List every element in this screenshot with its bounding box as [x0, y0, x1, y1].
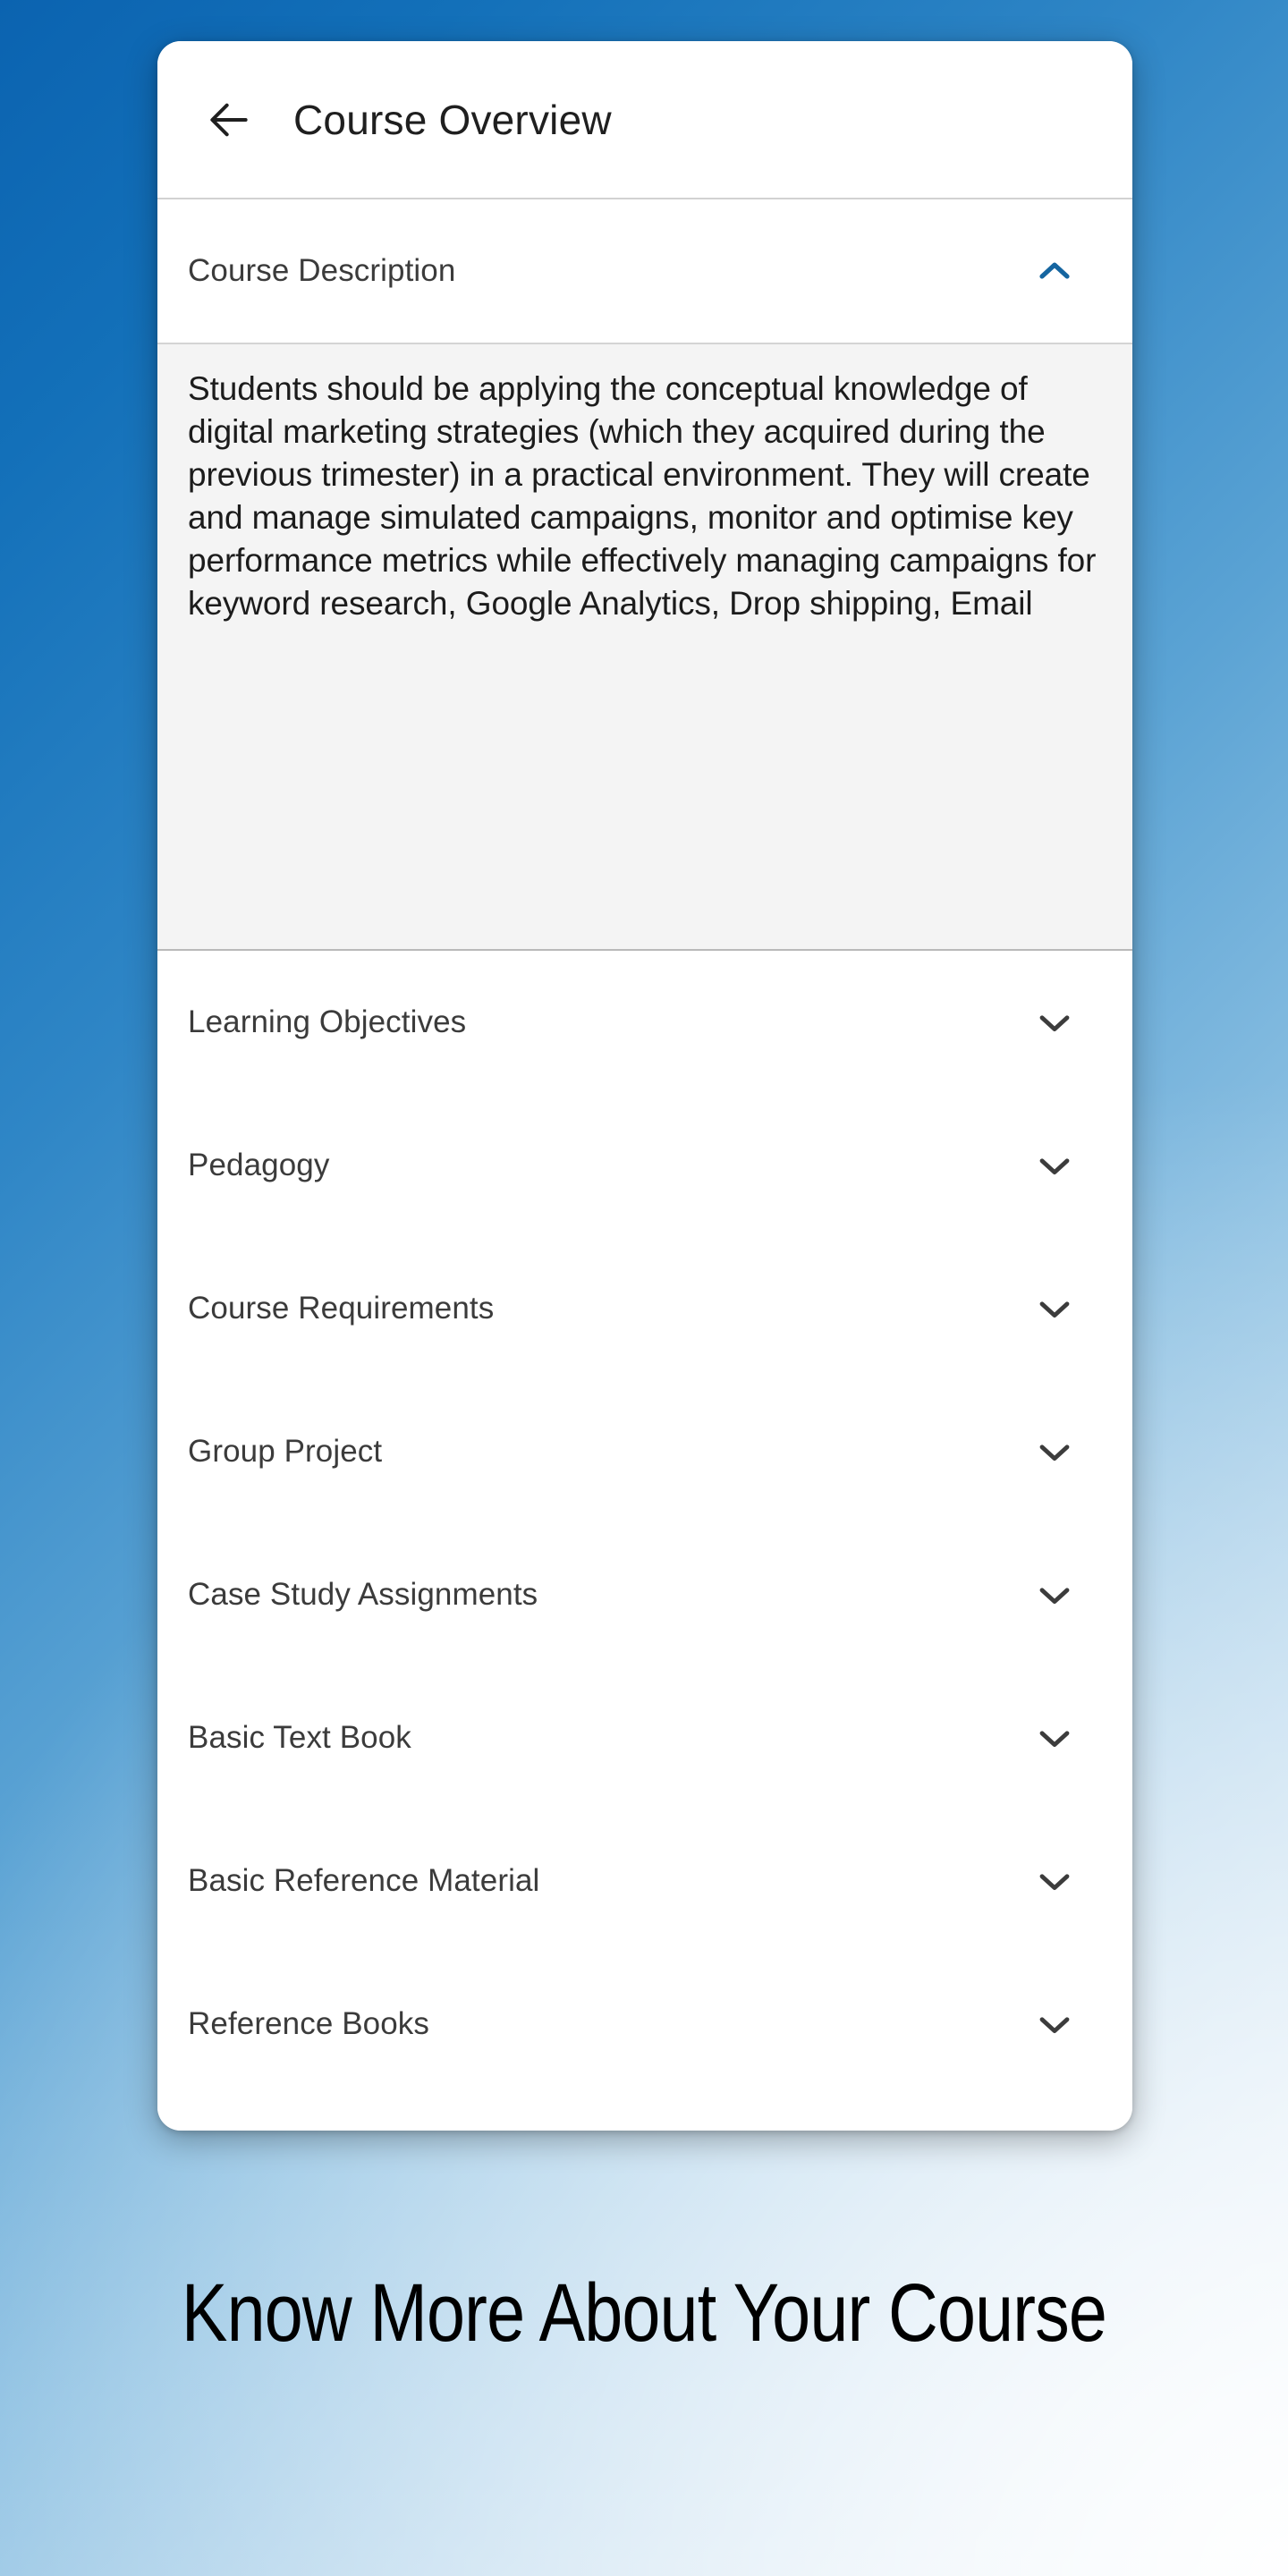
chevron-down-icon[interactable] [1029, 1140, 1080, 1191]
accordion-label: Pedagogy [188, 1148, 330, 1182]
accordion-label: Basic Reference Material [188, 1863, 540, 1898]
accordion-header-basic-text-book[interactable]: Basic Text Book [157, 1666, 1132, 1809]
accordion-header-reference-books[interactable]: Reference Books [157, 1953, 1132, 2096]
accordion-body-course-description: Students should be applying the conceptu… [157, 343, 1132, 951]
accordion-label: Reference Books [188, 2006, 429, 2041]
accordion-header-group-project[interactable]: Group Project [157, 1380, 1132, 1523]
chevron-down-icon[interactable] [1029, 1283, 1080, 1335]
accordion-header-case-study-assignments[interactable]: Case Study Assignments [157, 1523, 1132, 1666]
chevron-down-icon[interactable] [1029, 1426, 1080, 1478]
chevron-down-icon[interactable] [1029, 1712, 1080, 1764]
chevron-down-icon[interactable] [1029, 996, 1080, 1048]
chevron-down-icon[interactable] [1029, 1855, 1080, 1907]
chevron-up-icon[interactable] [1029, 245, 1080, 297]
accordion-label: Case Study Assignments [188, 1577, 538, 1612]
collapsed-sections: Learning Objectives Pedagogy Course Requir… [157, 951, 1132, 2096]
screenshot-root: Course Overview Course Description Stude… [0, 0, 1288, 2576]
accordion-label: Course Requirements [188, 1291, 495, 1326]
accordion-header-learning-objectives[interactable]: Learning Objectives [157, 951, 1132, 1094]
accordion-header-course-description[interactable]: Course Description [157, 199, 1132, 343]
app-bar: Course Overview [157, 41, 1132, 199]
accordion-list: Course Description Students should be ap… [157, 199, 1132, 2131]
accordion-header-pedagogy[interactable]: Pedagogy [157, 1094, 1132, 1237]
accordion-label: Course Description [188, 253, 456, 288]
arrow-left-icon [204, 95, 254, 145]
accordion-label: Group Project [188, 1434, 383, 1469]
chevron-down-icon[interactable] [1029, 1569, 1080, 1621]
phone-card: Course Overview Course Description Stude… [157, 41, 1132, 2131]
page-title: Course Overview [293, 96, 612, 143]
course-description-text: Students should be applying the conceptu… [188, 370, 1106, 623]
accordion-header-basic-reference-material[interactable]: Basic Reference Material [157, 1809, 1132, 1953]
accordion-label: Basic Text Book [188, 1720, 411, 1755]
accordion-label: Learning Objectives [188, 1004, 467, 1039]
accordion-header-course-requirements[interactable]: Course Requirements [157, 1237, 1132, 1380]
chevron-down-icon[interactable] [1029, 1998, 1080, 2050]
promo-caption: Know More About Your Course [181, 2267, 1107, 2359]
back-button[interactable] [191, 82, 267, 157]
